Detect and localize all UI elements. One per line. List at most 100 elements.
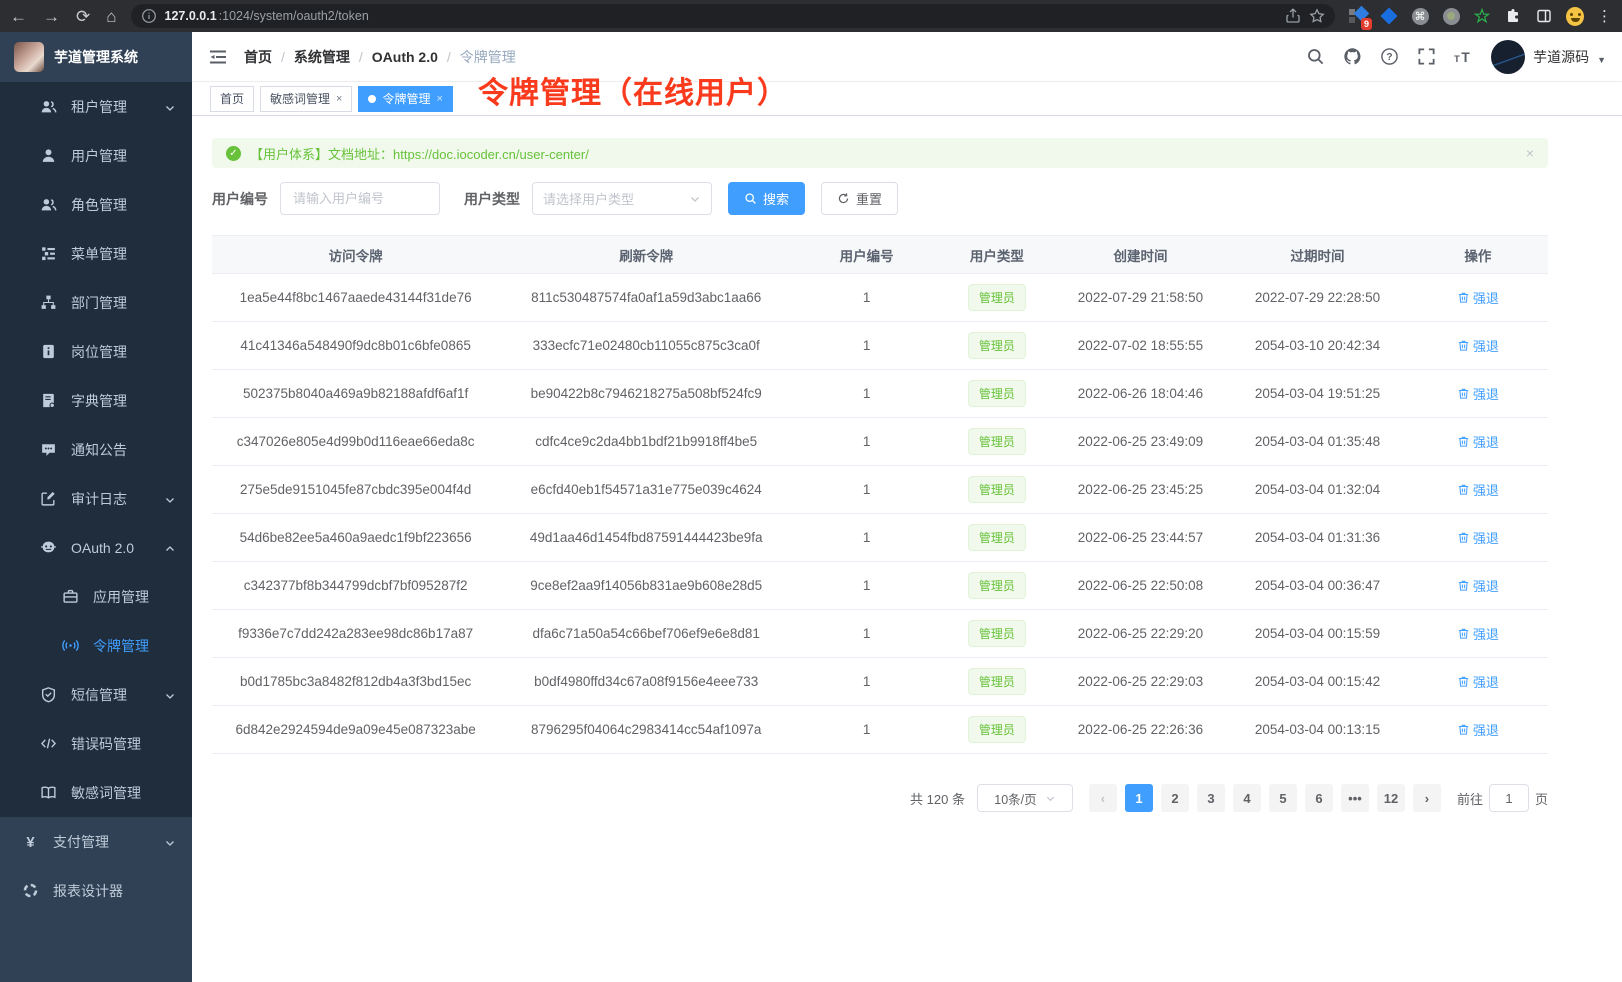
extensions-puzzle-icon[interactable]: [1504, 7, 1522, 25]
sidebar-item-oauth[interactable]: OAuth 2.0: [0, 523, 192, 572]
fullscreen-icon[interactable]: [1417, 47, 1436, 66]
tag-敏感词管理[interactable]: 敏感词管理 ×: [260, 86, 352, 112]
sidebar-item-post[interactable]: 岗位管理: [0, 327, 192, 376]
force-logout-button[interactable]: 强退: [1457, 288, 1499, 307]
sidebar-item-sms[interactable]: 短信管理: [0, 670, 192, 719]
browser-home-icon[interactable]: ⌂: [106, 8, 116, 25]
sidebar-item-menu[interactable]: 菜单管理: [0, 229, 192, 278]
extension-command-icon[interactable]: ⌘: [1411, 7, 1429, 25]
force-logout-button[interactable]: 强退: [1457, 624, 1499, 643]
share-icon[interactable]: [1285, 8, 1301, 24]
reset-button[interactable]: 重置: [821, 182, 898, 215]
sidebar: 芋道管理系统 租户管理用户管理角色管理菜单管理部门管理岗位管理字典管理通知公告审…: [0, 32, 192, 982]
code-icon: [40, 735, 57, 752]
browser-back-icon[interactable]: ←: [10, 8, 27, 25]
sidebar-item-errcode[interactable]: 错误码管理: [0, 719, 192, 768]
alert-doc-link[interactable]: https://doc.iocoder.cn/user-center/: [393, 147, 589, 162]
access-token-cell: c347026e805e4d99b0d116eae66eda8c: [212, 418, 499, 466]
app-logo-bar[interactable]: 芋道管理系统: [0, 32, 192, 82]
refresh-token-cell: be90422b8c7946218275a508bf524fc9: [499, 370, 793, 418]
sidebar-item-label: 报表设计器: [53, 881, 176, 901]
profile-avatar[interactable]: [1566, 7, 1584, 25]
refresh-token-cell: 811c530487574fa0af1a59d3abc1aa66: [499, 274, 793, 322]
action-cell: 强退: [1408, 370, 1548, 418]
browser-forward-icon[interactable]: →: [43, 8, 60, 25]
force-logout-button[interactable]: 强退: [1457, 576, 1499, 595]
extension-star-icon[interactable]: [1473, 7, 1491, 25]
force-logout-button[interactable]: 强退: [1457, 528, 1499, 547]
github-icon[interactable]: [1343, 47, 1362, 66]
sidebar-item-dict[interactable]: 字典管理: [0, 376, 192, 425]
page-size-select[interactable]: 10条/页: [977, 784, 1073, 812]
access-token-cell: 1ea5e44f8bc1467aaede43144f31de76: [212, 274, 499, 322]
browser-menu-icon[interactable]: ⋮: [1597, 9, 1612, 24]
extension-recorder-icon[interactable]: [1442, 7, 1460, 25]
sidebar-item-app[interactable]: 应用管理: [0, 572, 192, 621]
goto-page-input[interactable]: [1489, 784, 1529, 812]
force-logout-button[interactable]: 强退: [1457, 720, 1499, 739]
page-button-12[interactable]: 12: [1377, 784, 1405, 812]
sidebar-item-notice[interactable]: 通知公告: [0, 425, 192, 474]
breadcrumb-item[interactable]: 首页: [244, 47, 272, 67]
pagination: 共 120 条 10条/页 ‹ 123456•••12 › 前往 页: [212, 784, 1548, 812]
page-button-3[interactable]: 3: [1197, 784, 1225, 812]
sidebar-item-label: 部门管理: [71, 293, 176, 313]
search-button[interactable]: 搜索: [728, 182, 805, 215]
font-size-icon[interactable]: TT: [1454, 47, 1473, 66]
prev-page-button[interactable]: ‹: [1089, 784, 1117, 812]
user-type-select[interactable]: 请选择用户类型: [532, 182, 712, 215]
search-icon[interactable]: [1306, 47, 1325, 66]
force-logout-button[interactable]: 强退: [1457, 672, 1499, 691]
user-type-cell: 管理员: [940, 418, 1054, 466]
extension-modheader-icon[interactable]: 9: [1349, 7, 1367, 25]
close-icon[interactable]: ×: [336, 93, 342, 105]
page-button-5[interactable]: 5: [1269, 784, 1297, 812]
user-type-tag: 管理员: [968, 476, 1026, 503]
access-token-cell: 6d842e2924594de9a09e45e087323abe: [212, 706, 499, 754]
force-logout-button[interactable]: 强退: [1457, 480, 1499, 499]
page-button-6[interactable]: 6: [1305, 784, 1333, 812]
sidebar-item-pay[interactable]: ¥支付管理: [0, 817, 192, 866]
user-id-cell: 1: [793, 562, 940, 610]
tag-首页[interactable]: 首页: [210, 86, 254, 112]
sidebar-item-role[interactable]: 角色管理: [0, 180, 192, 229]
user-id-cell: 1: [793, 418, 940, 466]
force-logout-button[interactable]: 强退: [1457, 384, 1499, 403]
browser-reload-icon[interactable]: ⟳: [76, 8, 90, 25]
sidebar-item-user[interactable]: 用户管理: [0, 131, 192, 180]
edit-icon: [40, 490, 57, 507]
hamburger-icon[interactable]: [208, 47, 228, 67]
access-token-cell: b0d1785bc3a8482f812db4a3f3bd15ec: [212, 658, 499, 706]
sidebar-item-report[interactable]: 报表设计器: [0, 866, 192, 915]
refresh-token-cell: dfa6c71a50a54c66bef706ef9e6e8d81: [499, 610, 793, 658]
user-menu[interactable]: 芋道源码 ▼: [1491, 40, 1606, 74]
breadcrumb-item[interactable]: 系统管理: [294, 47, 350, 67]
help-icon[interactable]: ?: [1380, 47, 1399, 66]
side-panel-icon[interactable]: [1535, 7, 1553, 25]
sidebar-item-tenant[interactable]: 租户管理: [0, 82, 192, 131]
page-button-2[interactable]: 2: [1161, 784, 1189, 812]
sidebar-item-token[interactable]: 令牌管理: [0, 621, 192, 670]
close-icon[interactable]: ×: [436, 93, 442, 105]
next-page-button[interactable]: ›: [1413, 784, 1441, 812]
extension-gem-icon[interactable]: [1380, 7, 1398, 25]
page-button-4[interactable]: 4: [1233, 784, 1261, 812]
tokens-table: 访问令牌刷新令牌用户编号用户类型创建时间过期时间操作 1ea5e44f8bc14…: [212, 235, 1548, 754]
address-bar[interactable]: 127.0.0.1:1024/system/oauth2/token: [131, 4, 1335, 28]
page-button-1[interactable]: 1: [1125, 784, 1153, 812]
bookmark-star-icon[interactable]: [1309, 8, 1325, 24]
sidebar-item-dept[interactable]: 部门管理: [0, 278, 192, 327]
user-id-input[interactable]: [280, 182, 440, 215]
tag-label: 敏感词管理: [270, 90, 330, 107]
sidebar-item-audit[interactable]: 审计日志: [0, 474, 192, 523]
page-ellipsis[interactable]: •••: [1341, 784, 1369, 812]
force-logout-button[interactable]: 强退: [1457, 336, 1499, 355]
created-time-cell: 2022-07-29 21:58:50: [1054, 274, 1228, 322]
sidebar-item-sensitive[interactable]: 敏感词管理: [0, 768, 192, 817]
force-logout-button[interactable]: 强退: [1457, 432, 1499, 451]
tag-令牌管理[interactable]: 令牌管理×: [358, 86, 452, 112]
breadcrumb-item[interactable]: OAuth 2.0: [372, 49, 438, 65]
site-info-icon[interactable]: [141, 8, 157, 24]
alert-close-icon[interactable]: ×: [1526, 145, 1534, 161]
table-row: 54d6be82ee5a460a9aedc1f9bf22365649d1aa46…: [212, 514, 1548, 562]
